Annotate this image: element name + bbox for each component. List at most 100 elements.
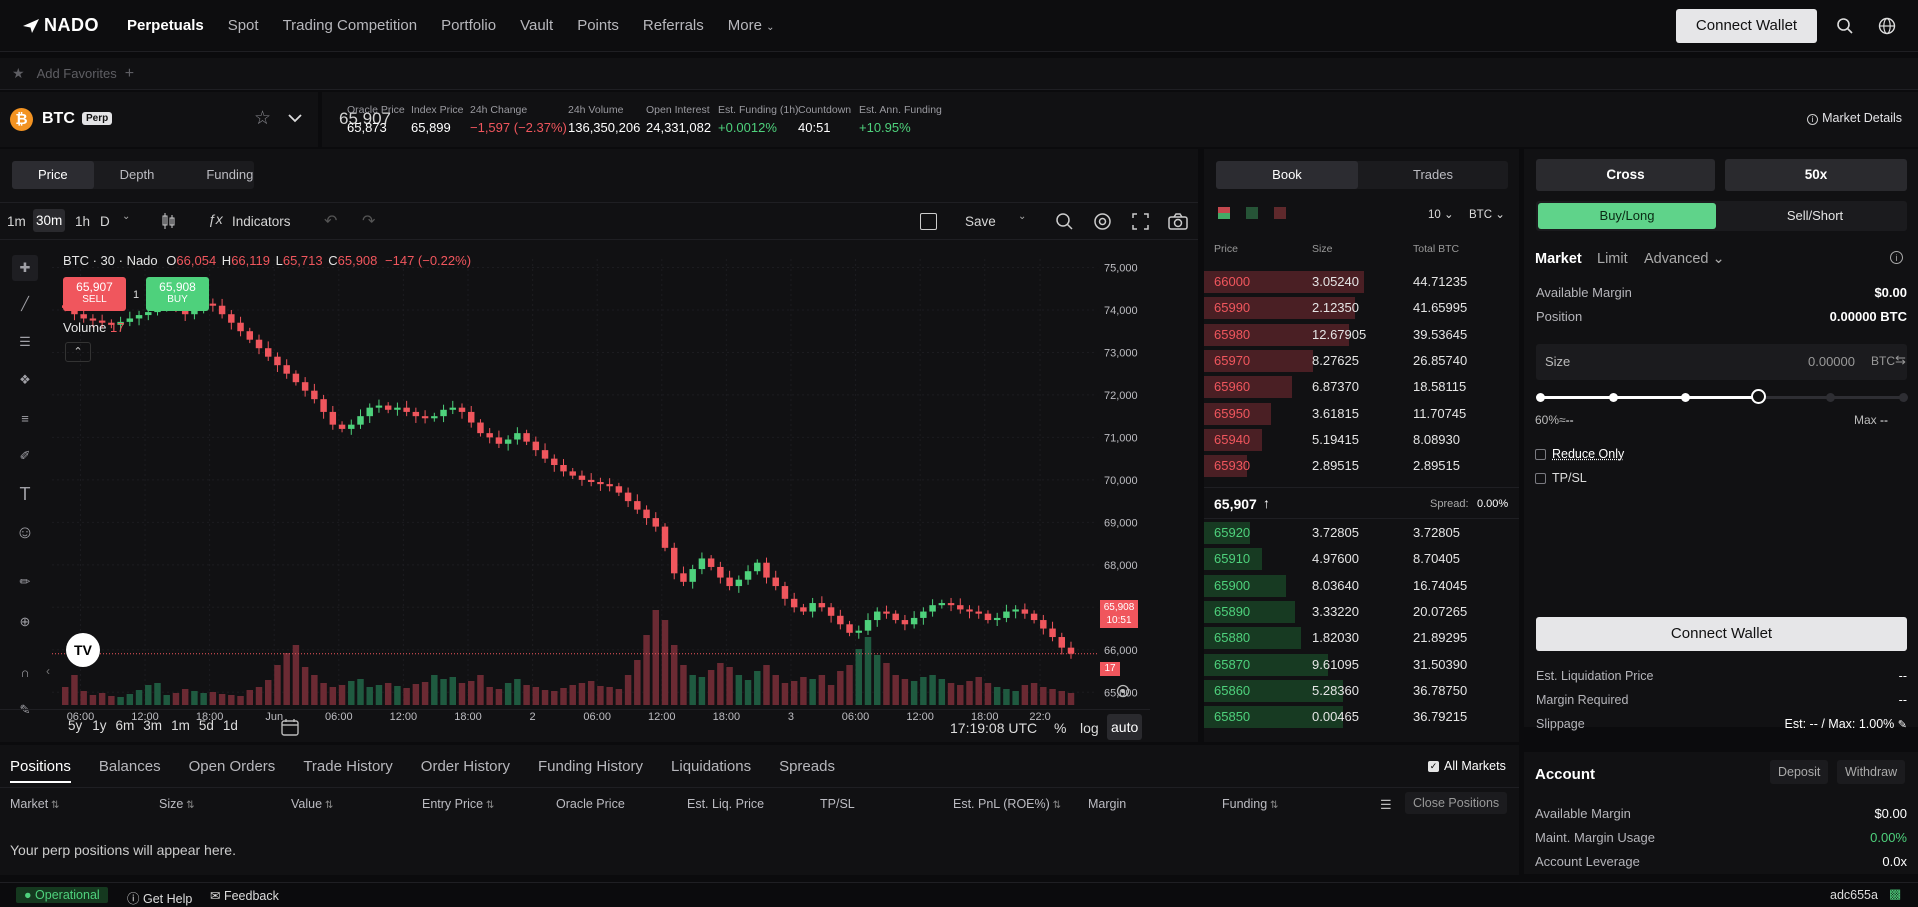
ask-row[interactable]: 65970 8.27625 26.85740 (1204, 348, 1519, 374)
info-icon[interactable]: i (1890, 251, 1903, 264)
magnet-tool-icon[interactable]: ∩ (12, 659, 38, 685)
market-details-button[interactable]: i Market Details (1807, 111, 1902, 125)
brush-tool-icon[interactable]: ✐ (12, 443, 38, 469)
collapse-legend-icon[interactable]: ⌃ (65, 342, 91, 362)
projection-tool-icon[interactable]: ≡ (12, 405, 38, 431)
nav-points[interactable]: Points (577, 17, 619, 34)
nav-trading-competition[interactable]: Trading Competition (283, 17, 418, 34)
ask-row[interactable]: 65980 12.67905 39.53645 (1204, 322, 1519, 348)
column-header[interactable]: Est. Liq. Price (687, 797, 764, 811)
nav-spot[interactable]: Spot (228, 17, 259, 34)
slider-handle[interactable] (1750, 389, 1766, 404)
interval-1m[interactable]: 1m (7, 214, 26, 229)
zoom-in-tool-icon[interactable]: ⊕ (12, 609, 38, 635)
column-header[interactable]: Value ⇅ (291, 797, 333, 811)
slider-tick[interactable] (1826, 393, 1836, 402)
tab-positions[interactable]: Positions (10, 758, 71, 783)
save-dropdown-icon[interactable]: ⌄ (1018, 211, 1026, 222)
logo[interactable]: NADO (22, 15, 99, 36)
book-view-bids-icon[interactable] (1246, 207, 1258, 219)
size-input[interactable]: Size 0.00000 BTC ⇆ (1536, 344, 1907, 380)
tab-order-history[interactable]: Order History (421, 758, 510, 783)
date-range-icon[interactable] (281, 718, 299, 736)
buy-long-button[interactable]: Buy/Long (1538, 203, 1716, 229)
interval-30m[interactable]: 30m (33, 209, 66, 232)
column-header[interactable]: Funding ⇅ (1222, 797, 1278, 811)
chart-settings-icon[interactable] (1116, 684, 1130, 698)
bid-row[interactable]: 65850 0.00465 36.79215 (1204, 704, 1519, 730)
chart-sell-button[interactable]: 65,907 SELL (63, 277, 126, 311)
tab-trade-history[interactable]: Trade History (303, 758, 392, 783)
redo-icon[interactable]: ↷ (362, 211, 375, 231)
market-selector[interactable]: ₿ BTC Perp ☆ (0, 92, 318, 147)
indicators-icon[interactable]: ƒx (208, 211, 223, 227)
margin-mode-button[interactable]: Cross (1536, 159, 1715, 191)
emoji-tool-icon[interactable]: ☺ (12, 519, 38, 545)
tab-liquidations[interactable]: Liquidations (671, 758, 751, 783)
connect-wallet-button[interactable]: Connect Wallet (1676, 9, 1817, 43)
unit-select[interactable]: BTC ⌄ (1469, 207, 1505, 221)
slider-tick[interactable] (1608, 393, 1618, 402)
trend-line-tool-icon[interactable]: ╱ (12, 291, 38, 317)
size-slider[interactable] (1536, 387, 1908, 407)
book-view-asks-icon[interactable] (1274, 207, 1286, 219)
slider-tick[interactable] (1681, 393, 1691, 402)
search-icon[interactable] (1836, 17, 1854, 35)
bid-row[interactable]: 65860 5.28360 36.78750 (1204, 678, 1519, 704)
bid-row[interactable]: 65900 8.03640 16.74045 (1204, 573, 1519, 599)
size-unit[interactable]: BTC (1871, 354, 1895, 368)
trade-connect-wallet-button[interactable]: Connect Wallet (1536, 617, 1907, 651)
deposit-button[interactable]: Deposit (1770, 760, 1829, 784)
column-header[interactable]: Est. PnL (ROE%) ⇅ (953, 797, 1061, 811)
interval-dropdown-icon[interactable]: ⌄ (122, 211, 130, 222)
indicators-button[interactable]: Indicators (232, 214, 291, 229)
nav-vault[interactable]: Vault (520, 17, 553, 34)
slider-tick[interactable] (1899, 393, 1908, 402)
range-1m[interactable]: 1m (171, 718, 190, 733)
undo-icon[interactable]: ↶ (324, 211, 337, 231)
ask-row[interactable]: 66000 3.05240 44.71235 (1204, 269, 1519, 295)
percent-scale-toggle[interactable]: % (1054, 720, 1066, 736)
camera-icon[interactable] (1168, 213, 1188, 230)
tab-depth[interactable]: Depth (94, 161, 181, 189)
interval-d[interactable]: D (100, 214, 110, 229)
order-type-market[interactable]: Market (1535, 251, 1582, 267)
column-header[interactable]: Entry Price ⇅ (422, 797, 494, 811)
nav-referrals[interactable]: Referrals (643, 17, 704, 34)
globe-icon[interactable] (1878, 17, 1896, 35)
plus-icon[interactable]: + (125, 65, 134, 83)
tab-open-orders[interactable]: Open Orders (189, 758, 276, 783)
save-button[interactable]: Save (965, 214, 996, 229)
column-header[interactable]: Market ⇅ (10, 797, 59, 811)
book-view-both-icon[interactable] (1218, 207, 1230, 219)
interval-1h[interactable]: 1h (75, 214, 90, 229)
get-help-link[interactable]: ⓘ Get Help (127, 888, 192, 907)
fullscreen-icon[interactable] (1132, 213, 1149, 230)
swap-unit-icon[interactable]: ⇆ (1895, 352, 1906, 368)
nav-more[interactable]: More ⌄ (728, 17, 775, 34)
slider-tick[interactable] (1536, 393, 1545, 402)
ask-row[interactable]: 65960 6.87370 18.58115 (1204, 374, 1519, 400)
nav-perpetuals[interactable]: Perpetuals (127, 17, 204, 34)
withdraw-button[interactable]: Withdraw (1837, 760, 1906, 784)
bid-row[interactable]: 65910 4.97600 8.70405 (1204, 546, 1519, 572)
tpsl-checkbox[interactable]: TP/SL (1535, 471, 1587, 485)
filter-icon[interactable]: ☰ (1380, 797, 1392, 813)
layout-icon[interactable] (920, 213, 937, 230)
price-chart[interactable]: 75,000 74,000 73,000 72,000 71,000 70,000 69,0… (52, 249, 1150, 725)
tradingview-logo[interactable]: TV (66, 633, 100, 667)
ruler-tool-icon[interactable]: ✏ (12, 569, 38, 595)
range-3m[interactable]: 3m (143, 718, 162, 733)
sell-short-button[interactable]: Sell/Short (1726, 203, 1904, 229)
column-header[interactable]: Oracle Price (556, 797, 625, 811)
range-5d[interactable]: 5d (199, 718, 214, 733)
tab-price[interactable]: Price (12, 161, 94, 189)
column-header[interactable]: Margin (1088, 797, 1126, 811)
quick-search-icon[interactable] (1055, 212, 1074, 231)
close-positions-button[interactable]: Close Positions (1405, 792, 1508, 814)
chevron-down-icon[interactable] (288, 114, 302, 123)
leverage-button[interactable]: 50x (1725, 159, 1907, 191)
feedback-link[interactable]: ✉ Feedback (210, 888, 279, 903)
log-scale-toggle[interactable]: log (1080, 720, 1099, 736)
add-favorites-label[interactable]: Add Favorites (37, 66, 117, 81)
